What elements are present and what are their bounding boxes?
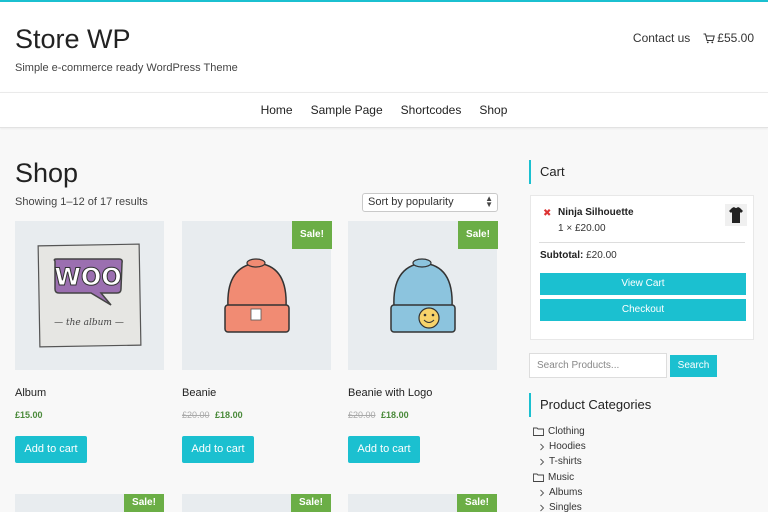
cart-divider [539, 242, 745, 243]
category-label: Hoodies [549, 441, 586, 452]
folder-icon [533, 473, 544, 482]
product-price: £20.00 £18.00 [348, 410, 409, 420]
nav-item-sample-page[interactable]: Sample Page [311, 103, 383, 117]
remove-item-icon[interactable]: ✖ [543, 208, 551, 219]
sale-badge: Sale! [291, 494, 331, 512]
product-price: £15.00 [15, 410, 43, 420]
view-cart-button[interactable]: View Cart [540, 273, 746, 295]
category-item-music[interactable]: Music [533, 472, 574, 483]
category-item-clothing[interactable]: Clothing [533, 426, 585, 437]
chevron-right-icon [540, 443, 545, 450]
search-button[interactable]: Search [670, 355, 717, 377]
chevron-right-icon [540, 489, 545, 496]
nav-item-shortcodes[interactable]: Shortcodes [401, 103, 462, 117]
sale-badge: Sale! [124, 494, 164, 512]
tshirt-icon [725, 204, 747, 226]
price-current: £18.00 [381, 410, 409, 420]
add-to-cart-button[interactable]: Add to cart [348, 436, 420, 463]
nav-item-home[interactable]: Home [261, 103, 293, 117]
site-title[interactable]: Store WP [15, 24, 131, 55]
cart-item-thumbnail[interactable] [725, 204, 747, 226]
cart-item-quantity: 1 × £20.00 [558, 223, 606, 234]
woo-album-icon: WOO — the album — [15, 221, 164, 370]
category-item-hoodies[interactable]: Hoodies [539, 441, 586, 452]
sale-badge: Sale! [292, 221, 332, 249]
cart-item-name[interactable]: Ninja Silhouette [558, 207, 634, 218]
sale-badge: Sale! [458, 221, 498, 249]
cart-subtotal: Subtotal: £20.00 [540, 250, 617, 261]
category-item-singles[interactable]: Singles [539, 502, 582, 512]
cart-icon[interactable] [703, 33, 716, 44]
svg-text:— the album —: — the album — [54, 318, 124, 328]
product-name[interactable]: Album [15, 387, 46, 399]
price-current: £15.00 [15, 410, 43, 420]
category-label: Clothing [548, 426, 585, 437]
page-title: Shop [15, 158, 79, 188]
price-original: £20.00 [182, 410, 210, 420]
category-label: Singles [549, 502, 582, 512]
category-label: Albums [549, 487, 583, 498]
main-nav: Home Sample Page Shortcodes Shop [0, 92, 768, 128]
result-count: Showing 1–12 of 17 results [15, 196, 148, 208]
sort-selected-value: Sort by popularity [368, 196, 454, 208]
add-to-cart-button[interactable]: Add to cart [182, 436, 254, 463]
product-name[interactable]: Beanie [182, 387, 216, 399]
price-original: £20.00 [348, 410, 376, 420]
sort-select[interactable]: Sort by popularity ▲ ▼ [362, 193, 498, 212]
sale-badge: Sale! [457, 494, 497, 512]
product-image-album[interactable]: WOO — the album — [15, 221, 164, 370]
cart-total-link[interactable]: £55.00 [717, 31, 754, 45]
nav-item-shop[interactable]: Shop [479, 103, 507, 117]
product-image-partial[interactable]: Sale! [15, 494, 164, 512]
site-header: Store WP Simple e-commerce ready WordPre… [0, 2, 768, 92]
checkout-button[interactable]: Checkout [540, 299, 746, 321]
subtotal-label: Subtotal: [540, 250, 584, 261]
cart-widget-title: Cart [529, 160, 565, 184]
category-label: T-shirts [549, 456, 582, 467]
add-to-cart-button[interactable]: Add to cart [15, 436, 87, 463]
product-image-partial[interactable]: Sale! [348, 494, 497, 512]
category-label: Music [548, 472, 575, 483]
product-price: £20.00 £18.00 [182, 410, 243, 420]
folder-icon [533, 427, 544, 436]
price-current: £18.00 [215, 410, 243, 420]
site-tagline: Simple e-commerce ready WordPress Theme [15, 62, 238, 74]
category-item-t-shirts[interactable]: T-shirts [539, 456, 582, 467]
category-item-albums[interactable]: Albums [539, 487, 582, 498]
svg-text:WOO: WOO [54, 263, 121, 291]
contact-link[interactable]: Contact us [633, 31, 690, 45]
product-image-partial[interactable]: Sale! [182, 494, 331, 512]
product-search-input[interactable]: Search Products... [529, 353, 667, 378]
chevron-right-icon [540, 504, 545, 511]
categories-widget-title: Product Categories [529, 393, 651, 417]
product-name[interactable]: Beanie with Logo [348, 387, 432, 399]
select-arrows-icon: ▲ ▼ [485, 194, 493, 209]
cart-widget: ✖ Ninja Silhouette 1 × £20.00 Subtotal: … [530, 195, 754, 340]
chevron-right-icon [540, 458, 545, 465]
subtotal-value: £20.00 [586, 250, 617, 261]
header-links: Contact us £55.00 [633, 31, 754, 45]
